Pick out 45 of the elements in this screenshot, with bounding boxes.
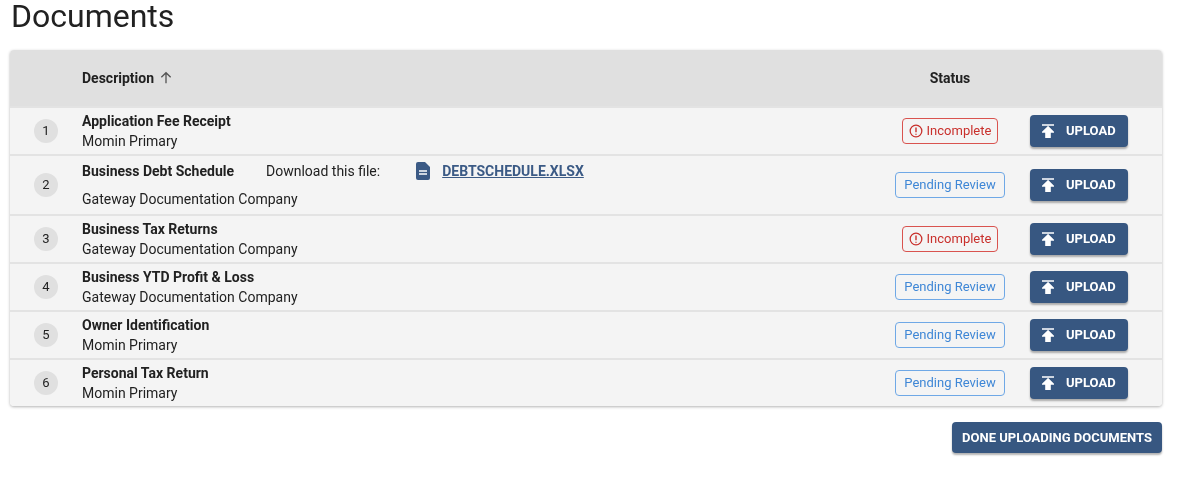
- upload-icon: [1042, 280, 1054, 294]
- row-number: 4: [34, 275, 58, 299]
- status-badge: Pending Review: [895, 322, 1005, 348]
- document-name: Business Tax Returns: [82, 220, 218, 239]
- row-number: 6: [34, 371, 58, 395]
- upload-button[interactable]: UPLOAD: [1030, 319, 1128, 351]
- document-name: Personal Tax Return: [82, 364, 209, 383]
- document-owner: Momin Primary: [82, 384, 179, 403]
- row-number: 5: [34, 323, 58, 347]
- upload-icon: [1042, 124, 1054, 138]
- upload-button[interactable]: UPLOAD: [1030, 367, 1128, 399]
- upload-icon: [1042, 376, 1054, 390]
- upload-button[interactable]: UPLOAD: [1030, 169, 1128, 201]
- download-label: Download this file:: [266, 162, 381, 181]
- document-owner: Gateway Documentation Company: [82, 190, 299, 209]
- upload-icon: [1042, 178, 1054, 192]
- done-button[interactable]: DONE UPLOADING DOCUMENTS: [952, 422, 1162, 453]
- alert-icon: [908, 124, 923, 138]
- document-owner: Momin Primary: [82, 132, 179, 151]
- upload-button[interactable]: UPLOAD: [1030, 271, 1128, 303]
- row-number: 1: [34, 119, 58, 143]
- document-name: Owner Identification: [82, 316, 210, 335]
- status-badge: Incomplete: [901, 118, 999, 144]
- document-name: Business Debt Schedule: [82, 162, 234, 181]
- file-icon: [416, 162, 431, 180]
- upload-button[interactable]: UPLOAD: [1030, 115, 1128, 147]
- document-owner: Gateway Documentation Company: [82, 288, 299, 307]
- status-badge: Pending Review: [895, 172, 1005, 198]
- upload-icon: [1042, 232, 1054, 246]
- document-name: Application Fee Receipt: [82, 112, 231, 131]
- column-header[interactable]: Status: [929, 67, 971, 89]
- document-name: Business YTD Profit & Loss: [82, 268, 255, 287]
- upload-icon: [1042, 328, 1054, 342]
- status-badge: Pending Review: [895, 274, 1005, 300]
- document-owner: Momin Primary: [82, 336, 179, 355]
- status-badge: Pending Review: [895, 370, 1005, 396]
- upload-button[interactable]: UPLOAD: [1030, 223, 1128, 255]
- status-badge: Incomplete: [901, 226, 999, 252]
- row-number: 3: [34, 227, 58, 251]
- page-title: Documents: [10, 0, 176, 34]
- row-number: 2: [34, 173, 58, 197]
- document-owner: Gateway Documentation Company: [82, 240, 299, 259]
- column-header[interactable]: Description: [82, 67, 155, 89]
- alert-icon: [908, 232, 923, 246]
- file-link[interactable]: DEBTSCHEDULE.XLSX: [442, 161, 584, 181]
